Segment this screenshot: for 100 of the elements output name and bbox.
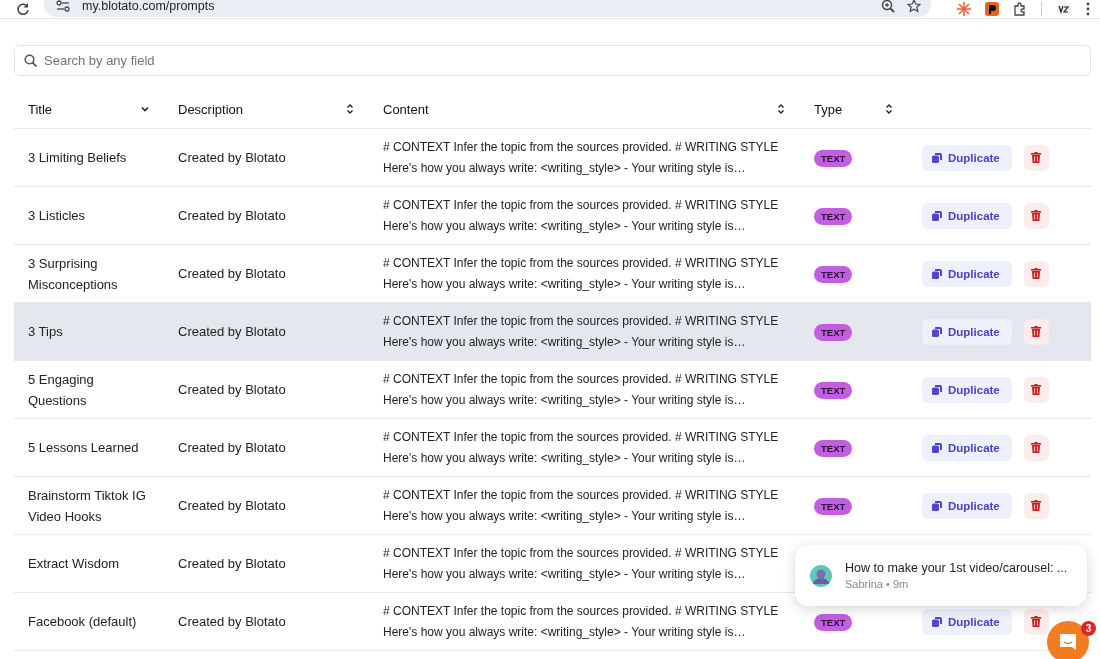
table-cell-text: 3 Listicles	[28, 207, 87, 225]
copy-icon	[932, 442, 942, 453]
sort-icon[interactable]	[884, 103, 894, 115]
duplicate-button[interactable]: Duplicate	[922, 608, 1012, 635]
chevron-down-icon[interactable]	[140, 104, 150, 114]
sort-icon[interactable]	[345, 103, 355, 115]
table-row[interactable]: 5 Lessons Learned Created by Blotato # CONTEXT Infer the topic from the sources provided. # WRITING STYLE Here's how you always write: <writing_style> - Your writing style is… TEXT Duplicate	[14, 418, 1091, 477]
avatar-icon	[809, 563, 833, 588]
duplicate-button[interactable]: Duplicate	[922, 144, 1012, 171]
trash-icon	[1031, 500, 1042, 511]
trash-icon	[1031, 152, 1042, 163]
table-row[interactable]: 3 Surprising Misconceptions Created by Blotato # CONTEXT Infer the topic from the sources provided. # WRITING STYLE Here's how you always write: <writing_style> - Your writing style is… TEXT Duplicate	[14, 244, 1091, 303]
puzzle-icon[interactable]	[1013, 2, 1027, 16]
column-header[interactable]: Description	[178, 101, 244, 117]
table-cell-text: Extract Wisdom	[28, 555, 120, 573]
trash-icon	[1031, 442, 1042, 453]
table-cell-text: # CONTEXT Infer the topic from the sources provided. # WRITING STYLE Here's how you always write: <writing_style> - Your writing style is…	[383, 428, 780, 467]
delete-button[interactable]	[1023, 318, 1049, 345]
table-row[interactable]: 3 Limiting Beliefs Created by Blotato # CONTEXT Infer the topic from the sources provided. # WRITING STYLE Here's how you always write: <writing_style> - Your writing style is… TEXT Duplicate	[14, 128, 1091, 187]
column-header[interactable]: Content	[383, 101, 429, 117]
search-field[interactable]: Search by any field	[14, 45, 1091, 76]
table-cell: Created by Blotato	[178, 614, 286, 629]
table-cell-text: 3 Tips	[28, 323, 64, 341]
table-cell-text: # CONTEXT Infer the topic from the sources provided. # WRITING STYLE Here's how you always write: <writing_style> - Your writing style is…	[383, 196, 780, 235]
table-cell-text: 3 Surprising Misconceptions	[28, 254, 119, 294]
table-cell-text: # CONTEXT Infer the topic from the sources provided. # WRITING STYLE Here's how you always write: <writing_style> - Your writing style is…	[383, 370, 780, 409]
table-cell: Created by Blotato	[178, 556, 286, 571]
table-cell: Created by Blotato	[178, 498, 286, 513]
table-cell: Created by Blotato	[178, 208, 286, 223]
table-cell-text: # CONTEXT Infer the topic from the sources provided. # WRITING STYLE Here's how you always write: <writing_style> - Your writing style is…	[383, 312, 780, 351]
chat-launcher-button[interactable]	[1047, 621, 1089, 659]
address-bar[interactable]: my.blotato.com/prompts	[44, 0, 931, 17]
copy-icon	[932, 268, 942, 279]
type-tag: TEXT	[814, 440, 853, 457]
chat-message: How to make your 1st video/carousel: ...	[845, 561, 1068, 575]
column-header[interactable]: Type	[814, 101, 843, 117]
copy-icon	[932, 384, 942, 395]
copy-icon	[932, 326, 942, 337]
chat-icon	[1059, 633, 1077, 651]
url-text: my.blotato.com/prompts	[82, 0, 215, 13]
reload-icon[interactable]	[16, 2, 30, 16]
chat-notification[interactable]: How to make your 1st video/carousel: ... Sabrina • 9m	[795, 545, 1087, 606]
table-row[interactable]: 3 Tips Created by Blotato # CONTEXT Infer the topic from the sources provided. # WRITING STYLE Here's how you always write: <writing_style> - Your writing style is… TEXT Duplicate	[14, 302, 1091, 361]
table-cell-text: # CONTEXT Infer the topic from the sources provided. # WRITING STYLE Here's how you always write: <writing_style> - Your writing style is…	[383, 486, 780, 525]
table-cell-text: 5 Lessons Learned	[28, 439, 140, 457]
duplicate-button[interactable]: Duplicate	[922, 492, 1012, 519]
type-tag: TEXT	[814, 614, 853, 631]
copy-icon	[932, 152, 942, 163]
duplicate-button[interactable]: Duplicate	[922, 260, 1012, 287]
table-cell-text: # CONTEXT Infer the topic from the sources provided. # WRITING STYLE Here's how you always write: <writing_style> - Your writing style is…	[383, 138, 780, 177]
table-cell: Created by Blotato	[178, 150, 286, 165]
delete-button[interactable]	[1023, 202, 1049, 229]
duplicate-button[interactable]: Duplicate	[922, 202, 1012, 229]
more-icon[interactable]	[1086, 2, 1090, 16]
unread-count-badge: 3	[1081, 621, 1096, 636]
trash-icon	[1031, 616, 1042, 627]
copy-icon	[932, 616, 942, 627]
table-cell-text: # CONTEXT Infer the topic from the sources provided. # WRITING STYLE Here's how you always write: <writing_style> - Your writing style is…	[383, 544, 780, 583]
delete-button[interactable]	[1023, 608, 1049, 635]
type-tag: TEXT	[814, 382, 853, 399]
type-tag: TEXT	[814, 498, 853, 515]
profile-icon[interactable]	[1056, 1, 1072, 17]
table-cell-text: # CONTEXT Infer the topic from the sources provided. # WRITING STYLE Here's how you always write: <writing_style> - Your writing style is…	[383, 602, 780, 641]
extension-logo-icon[interactable]	[985, 2, 999, 16]
type-tag: TEXT	[814, 208, 853, 225]
table-cell-text: # CONTEXT Infer the topic from the sources provided. # WRITING STYLE Here's how you always write: <writing_style> - Your writing style is…	[383, 254, 780, 293]
burst-icon[interactable]	[957, 2, 971, 16]
table-cell-text: 5 Engaging Questions	[28, 370, 95, 410]
table-cell: Created by Blotato	[178, 440, 286, 455]
delete-button[interactable]	[1023, 144, 1049, 171]
trash-icon	[1031, 210, 1042, 221]
star-icon[interactable]	[907, 0, 921, 13]
type-tag: TEXT	[814, 324, 853, 341]
site-settings-icon[interactable]	[56, 0, 70, 12]
sort-icon[interactable]	[776, 103, 786, 115]
table-cell-text: Brainstorm Tiktok IG Video Hooks	[28, 486, 147, 526]
trash-icon	[1031, 326, 1042, 337]
duplicate-button[interactable]: Duplicate	[922, 434, 1012, 461]
delete-button[interactable]	[1023, 260, 1049, 287]
trash-icon	[1031, 268, 1042, 279]
chat-meta: Sabrina • 9m	[845, 578, 910, 590]
duplicate-button[interactable]: Duplicate	[922, 376, 1012, 403]
zoom-icon[interactable]	[881, 0, 895, 13]
delete-button[interactable]	[1023, 376, 1049, 403]
table-cell: Created by Blotato	[178, 382, 286, 397]
duplicate-button[interactable]: Duplicate	[922, 318, 1012, 345]
table-cell-text: 3 Limiting Beliefs	[28, 149, 128, 167]
table-row[interactable]: 5 Engaging Questions Created by Blotato # CONTEXT Infer the topic from the sources provided. # WRITING STYLE Here's how you always write: <writing_style> - Your writing style is… TEXT Duplicate	[14, 360, 1091, 419]
type-tag: TEXT	[814, 150, 853, 167]
copy-icon	[932, 500, 942, 511]
copy-icon	[932, 210, 942, 221]
table-cell: Created by Blotato	[178, 324, 286, 339]
table-cell-text: Facebook (default)	[28, 613, 138, 631]
delete-button[interactable]	[1023, 492, 1049, 519]
delete-button[interactable]	[1023, 434, 1049, 461]
trash-icon	[1031, 384, 1042, 395]
column-header[interactable]: Title	[28, 101, 53, 117]
type-tag: TEXT	[814, 266, 853, 283]
table-cell: Created by Blotato	[178, 266, 286, 281]
table-row[interactable]: 3 Listicles Created by Blotato # CONTEXT Infer the topic from the sources provided. # WRITING STYLE Here's how you always write: <writing_style> - Your writing style is… TEXT Duplicate	[14, 186, 1091, 245]
